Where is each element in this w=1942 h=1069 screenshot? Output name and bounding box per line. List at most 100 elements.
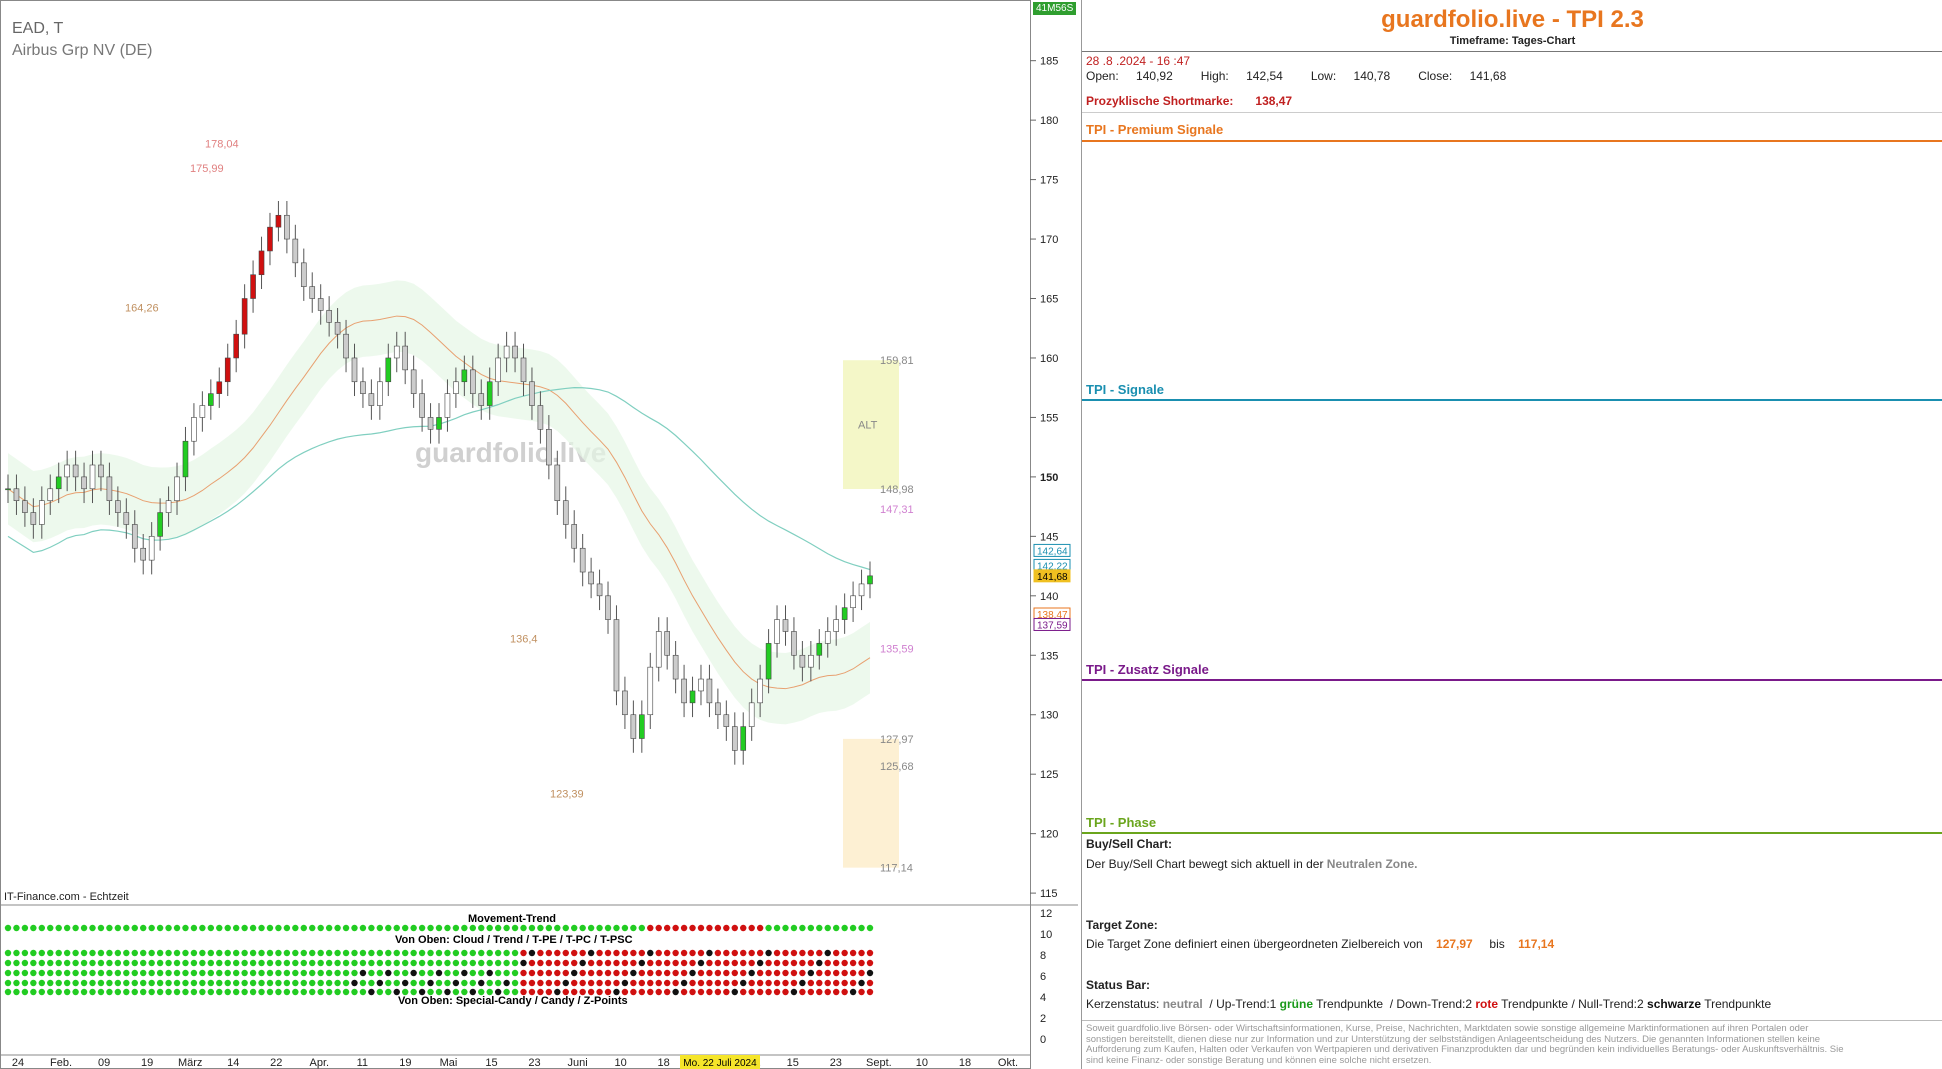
- target-title: Target Zone:: [1086, 918, 1158, 932]
- trend-dot: [325, 969, 333, 977]
- trend-dot: [740, 949, 747, 957]
- trend-dot: [790, 988, 798, 996]
- trend-dot: [435, 959, 443, 967]
- trend-dot: [123, 949, 130, 957]
- trend-dot: [672, 979, 679, 987]
- trend-dot: [140, 979, 147, 987]
- disclaimer: Soweit guardfolio.live Börsen- oder Wirt…: [1086, 1023, 1844, 1066]
- trend-dot: [106, 969, 113, 977]
- candle-body: [123, 512, 130, 525]
- trend-dot: [731, 924, 738, 932]
- trend-dot: [72, 949, 79, 957]
- trend-dot: [148, 949, 155, 957]
- trend-dot: [697, 924, 705, 932]
- shortmarke-row: Prozyklische Shortmarke: 138,47: [1086, 94, 1293, 108]
- trend-dot: [216, 949, 223, 957]
- trend-dot: [393, 979, 400, 987]
- trend-dot: [376, 959, 384, 967]
- candle-body: [377, 381, 383, 406]
- trend-dot: [30, 988, 37, 996]
- trend-dot: [258, 924, 265, 932]
- trend-dot: [765, 988, 772, 996]
- trend-dot: [807, 969, 815, 977]
- trend-dot: [106, 979, 113, 987]
- candle-body: [292, 238, 299, 264]
- candle-body: [39, 500, 45, 525]
- trend-dot: [647, 979, 654, 987]
- chart-panel: 115 120 125 130 135 140 145 150 155 160 165 170 175 1…: [0, 0, 1078, 1069]
- trend-dot: [849, 924, 857, 932]
- trend-dot: [494, 969, 502, 977]
- trend-dot: [866, 979, 874, 987]
- trend-dot: [503, 979, 510, 987]
- trend-dot: [207, 969, 215, 977]
- trend-dot: [283, 988, 291, 996]
- trend-dot: [97, 959, 105, 967]
- candle-body: [757, 678, 763, 704]
- trend-dot: [469, 959, 477, 967]
- trend-dot: [190, 988, 198, 996]
- trend-dot: [148, 959, 155, 967]
- target-text: Die Target Zone definiert einen übergeor…: [1086, 937, 1555, 951]
- candle-body: [748, 702, 755, 727]
- trend-dot: [452, 969, 460, 977]
- trend-dot: [300, 949, 307, 957]
- trend-dot: [325, 924, 333, 932]
- candle-body: [824, 631, 831, 644]
- trend-dot: [165, 959, 172, 967]
- trend-dot: [401, 988, 409, 996]
- trend-dot: [156, 969, 164, 977]
- trend-dot: [123, 959, 130, 967]
- candle-body: [300, 262, 307, 287]
- trend-dot: [638, 988, 646, 996]
- trend-dot: [182, 959, 189, 967]
- trend-dot: [207, 988, 215, 996]
- trend-dot: [503, 949, 510, 957]
- ohlc-row: Open: 140,92 High: 142,54 Low: 140,78 Close…: [1086, 69, 1507, 83]
- target-to: 117,14: [1518, 937, 1555, 951]
- target-from: 127,97: [1436, 937, 1473, 951]
- trend-dot: [80, 988, 88, 996]
- trend-dot: [80, 969, 88, 977]
- trend-dot: [511, 949, 519, 957]
- trend-dot: [816, 979, 823, 987]
- trend-dot: [190, 959, 198, 967]
- trend-dot: [689, 969, 696, 977]
- trend-dot: [325, 949, 333, 957]
- trend-dot: [435, 979, 443, 987]
- trend-dot: [858, 969, 865, 977]
- x-tick-label: 15: [485, 1057, 497, 1069]
- trend-dot: [182, 924, 189, 932]
- candle-body: [461, 369, 468, 383]
- trend-dot: [351, 979, 358, 987]
- trend-dot: [579, 949, 586, 957]
- trend-dot: [587, 979, 595, 987]
- trend-dot: [4, 988, 12, 996]
- trend-dot: [47, 959, 54, 967]
- trend-dot: [799, 988, 806, 996]
- trend-dot: [511, 924, 519, 932]
- trend-dot: [621, 979, 629, 987]
- trend-dot: [596, 959, 603, 967]
- candle-body: [165, 500, 172, 513]
- trend-dot: [680, 949, 688, 957]
- section-signale-title: TPI - Signale: [1086, 382, 1165, 397]
- trend-dot: [97, 949, 105, 957]
- trend-dot: [731, 949, 738, 957]
- trend-dot: [782, 924, 789, 932]
- trend-dot: [537, 959, 544, 967]
- candle-body: [470, 369, 476, 394]
- trend-dot: [706, 949, 713, 957]
- trend-dot: [300, 979, 307, 987]
- trend-dot: [587, 969, 595, 977]
- trend-dot: [317, 924, 324, 932]
- candle-body: [13, 488, 20, 501]
- trend-dot: [317, 979, 324, 987]
- trend-dot: [714, 988, 722, 996]
- trend-dot: [207, 949, 215, 957]
- close-value: 141,68: [1469, 69, 1507, 83]
- trend-dot: [503, 959, 510, 967]
- trend-dot: [156, 949, 164, 957]
- trend-dot: [638, 979, 646, 987]
- candle-body: [233, 333, 239, 359]
